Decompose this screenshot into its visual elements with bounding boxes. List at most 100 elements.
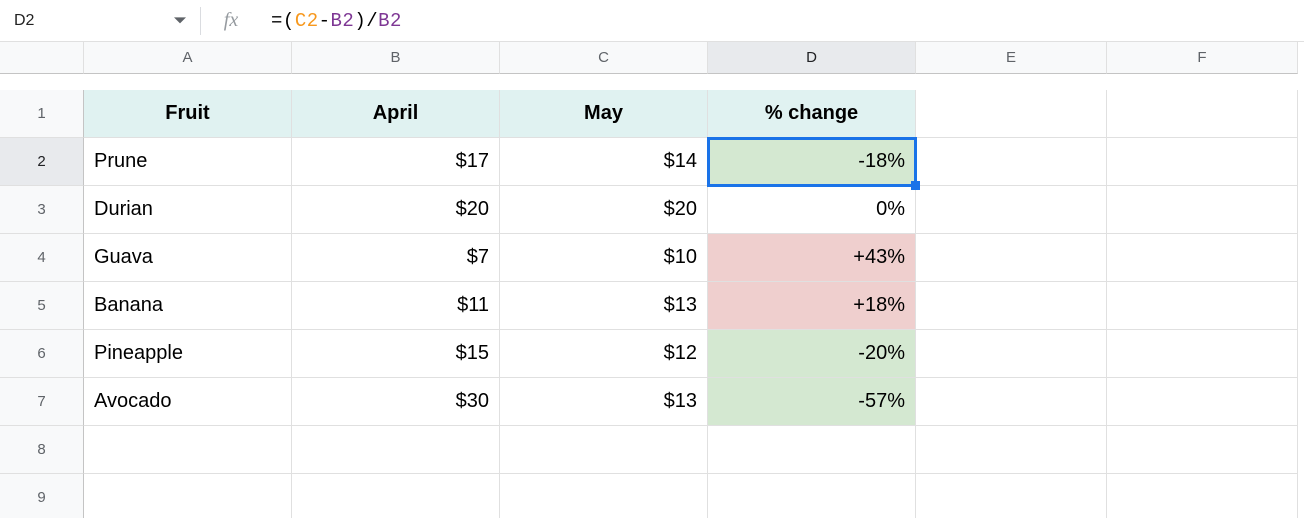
cell-value: $7: [467, 246, 489, 269]
cell[interactable]: $12: [500, 330, 708, 378]
column-header[interactable]: C: [500, 42, 708, 74]
cell-value: $15: [456, 342, 489, 365]
formula-token: =: [271, 10, 283, 32]
cell[interactable]: [1107, 282, 1298, 330]
cell[interactable]: $13: [500, 282, 708, 330]
cell[interactable]: $10: [500, 234, 708, 282]
cell-value: $17: [456, 150, 489, 173]
cell-value: -20%: [858, 342, 905, 365]
formula-token: -: [319, 10, 331, 32]
cell[interactable]: -18%: [708, 138, 916, 186]
row-header[interactable]: 4: [0, 234, 84, 282]
cell-value: Fruit: [165, 102, 209, 125]
column-header[interactable]: B: [292, 42, 500, 74]
cell[interactable]: [916, 282, 1107, 330]
row-header[interactable]: 2: [0, 138, 84, 186]
cell[interactable]: +18%: [708, 282, 916, 330]
cell-value: $13: [664, 390, 697, 413]
cell[interactable]: Pineapple: [84, 330, 292, 378]
cell[interactable]: [708, 426, 916, 474]
cell[interactable]: [1107, 138, 1298, 186]
cell[interactable]: $15: [292, 330, 500, 378]
name-box[interactable]: D2: [0, 12, 90, 30]
row-header[interactable]: 8: [0, 426, 84, 474]
cell[interactable]: Avocado: [84, 378, 292, 426]
cell[interactable]: [1107, 234, 1298, 282]
cell[interactable]: [500, 426, 708, 474]
cell[interactable]: [500, 474, 708, 518]
cell[interactable]: -20%: [708, 330, 916, 378]
row-header[interactable]: 6: [0, 330, 84, 378]
cell[interactable]: Guava: [84, 234, 292, 282]
cell[interactable]: April: [292, 90, 500, 138]
cell[interactable]: [1107, 426, 1298, 474]
cell[interactable]: Prune: [84, 138, 292, 186]
formula-input[interactable]: =(C2-B2)/B2: [261, 10, 1304, 32]
cell[interactable]: [916, 234, 1107, 282]
cell[interactable]: Fruit: [84, 90, 292, 138]
cell[interactable]: [292, 426, 500, 474]
column-header[interactable]: D: [708, 42, 916, 74]
cell-value: $20: [456, 198, 489, 221]
cell[interactable]: $13: [500, 378, 708, 426]
column-header[interactable]: A: [84, 42, 292, 74]
cell[interactable]: [916, 330, 1107, 378]
row-header[interactable]: 1: [0, 90, 84, 138]
cell[interactable]: [916, 138, 1107, 186]
chevron-down-icon: [174, 15, 186, 27]
cell[interactable]: Banana: [84, 282, 292, 330]
cell[interactable]: [84, 426, 292, 474]
name-box-dropdown[interactable]: [90, 15, 200, 27]
formula-token: /: [366, 10, 378, 32]
cell[interactable]: $30: [292, 378, 500, 426]
fill-handle[interactable]: [911, 181, 920, 190]
cell[interactable]: [84, 474, 292, 518]
cell[interactable]: [916, 378, 1107, 426]
cell-value: $11: [457, 294, 489, 317]
spreadsheet-grid[interactable]: ABCDEF 1 Fruit AprilMay % change 2Prune $17 $14…: [0, 42, 1304, 518]
cell[interactable]: [916, 474, 1107, 518]
cell-value: Avocado: [94, 390, 171, 413]
cell-value: Durian: [94, 198, 153, 221]
cell[interactable]: [916, 90, 1107, 138]
row-header[interactable]: 3: [0, 186, 84, 234]
cell[interactable]: $20: [500, 186, 708, 234]
cell[interactable]: [1107, 330, 1298, 378]
cell-value: % change: [765, 102, 858, 125]
formula-token: C2: [295, 10, 319, 32]
cell[interactable]: [292, 474, 500, 518]
cell[interactable]: $17: [292, 138, 500, 186]
cell[interactable]: 0%: [708, 186, 916, 234]
cell[interactable]: [916, 426, 1107, 474]
row-header[interactable]: 5: [0, 282, 84, 330]
cell[interactable]: +43%: [708, 234, 916, 282]
cell[interactable]: % change: [708, 90, 916, 138]
cell[interactable]: $11: [292, 282, 500, 330]
cell[interactable]: -57%: [708, 378, 916, 426]
cell[interactable]: [1107, 186, 1298, 234]
formula-token: B2: [331, 10, 355, 32]
cell[interactable]: [708, 474, 916, 518]
cell[interactable]: $14: [500, 138, 708, 186]
cell[interactable]: $20: [292, 186, 500, 234]
cell-value: +43%: [853, 246, 905, 269]
cell[interactable]: [916, 186, 1107, 234]
column-header[interactable]: E: [916, 42, 1107, 74]
cell-value: $14: [664, 150, 697, 173]
cell[interactable]: Durian: [84, 186, 292, 234]
row-header[interactable]: 7: [0, 378, 84, 426]
cell-value: $12: [664, 342, 697, 365]
cell[interactable]: May: [500, 90, 708, 138]
select-all-corner[interactable]: [0, 42, 84, 74]
row-header[interactable]: 9: [0, 474, 84, 518]
cell-value: -57%: [858, 390, 905, 413]
formula-token: ): [354, 10, 366, 32]
cell[interactable]: [1107, 90, 1298, 138]
column-header[interactable]: F: [1107, 42, 1298, 74]
fx-icon[interactable]: fx: [201, 9, 261, 32]
formula-bar: D2 fx =(C2-B2)/B2: [0, 0, 1304, 42]
formula-token: (: [283, 10, 295, 32]
cell[interactable]: [1107, 378, 1298, 426]
cell[interactable]: $7: [292, 234, 500, 282]
cell[interactable]: [1107, 474, 1298, 518]
